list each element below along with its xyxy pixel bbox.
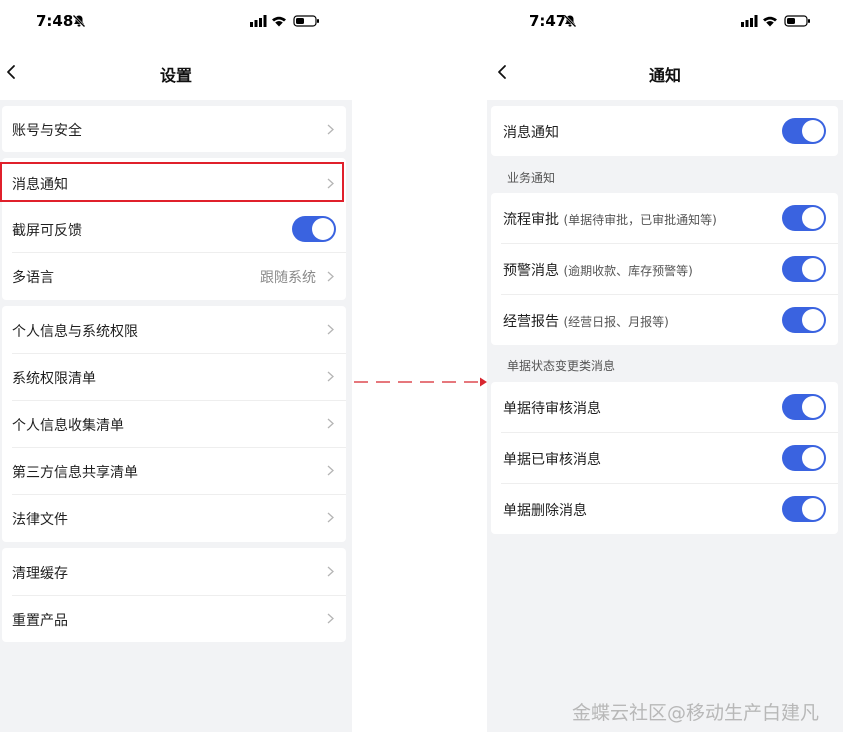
page-title: 设置	[159, 66, 192, 85]
mute-bell-icon	[563, 14, 577, 28]
master-notification-card: 消息通知	[491, 106, 838, 156]
section-header-business: 业务通知	[507, 171, 556, 185]
setting-label: 流程审批 (单据待审批，已审批通知等)	[503, 209, 717, 229]
menu-item-third-party-sharing[interactable]: 第三方信息共享清单	[2, 447, 346, 494]
setting-label: 单据待审核消息	[503, 401, 601, 417]
menu-item-label: 清理缓存	[12, 566, 68, 582]
toggle-knob	[802, 207, 824, 229]
watermark: 金蝶云社区@移动生产白建凡	[572, 702, 820, 724]
mute-bell-icon	[72, 14, 86, 28]
menu-item-label: 重置产品	[12, 613, 68, 629]
setting-row-alert-message: 预警消息 (逾期收款、库存预警等)	[491, 244, 838, 294]
menu-item-reset-product[interactable]: 重置产品	[2, 595, 346, 642]
workflow-approval-toggle[interactable]	[782, 205, 826, 231]
account-card: 账号与安全	[2, 106, 346, 152]
setting-row-business-report: 经营报告 (经营日报、月报等)	[491, 295, 838, 345]
chevron-right-icon	[327, 465, 334, 476]
setting-row-doc-deleted: 单据删除消息	[491, 484, 838, 534]
doc-pending-toggle[interactable]	[782, 394, 826, 420]
setting-title: 经营报告	[503, 314, 559, 330]
privacy-card: 个人信息与系统权限 系统权限清单 个人信息收集清单 第三方信息共享清单 法律文件	[2, 306, 346, 542]
setting-label: 单据删除消息	[503, 503, 587, 519]
doc-approved-toggle[interactable]	[782, 445, 826, 471]
toggle-knob	[802, 120, 824, 142]
menu-item-label: 第三方信息共享清单	[12, 465, 138, 481]
message-notification-toggle[interactable]	[782, 118, 826, 144]
menu-item-clear-cache[interactable]: 清理缓存	[2, 548, 346, 595]
chevron-right-icon	[327, 512, 334, 523]
section-header-doc-status: 单据状态变更类消息	[507, 359, 616, 373]
setting-label: 消息通知	[503, 125, 559, 141]
chevron-right-icon	[327, 324, 334, 335]
menu-item-legal-documents[interactable]: 法律文件	[2, 494, 346, 541]
dashed-arrow-icon	[354, 377, 487, 387]
setting-row-doc-pending: 单据待审核消息	[491, 382, 838, 432]
business-notification-card: 流程审批 (单据待审批，已审批通知等) 预警消息 (逾期收款、库存预警等) 经营…	[491, 193, 838, 345]
setting-row-workflow-approval: 流程审批 (单据待审批，已审批通知等)	[491, 193, 838, 243]
maintenance-card: 清理缓存 重置产品	[2, 548, 346, 642]
signal-wifi-battery-icon	[250, 15, 319, 27]
toggle-knob	[802, 309, 824, 331]
setting-label: 经营报告 (经营日报、月报等)	[503, 311, 669, 331]
nav-bar: 通知	[487, 44, 843, 100]
settings-screen: 7:48 设置 账号与安全 消息通知 截屏可反馈 多语言 跟随系统 个人信息与系…	[0, 0, 352, 732]
doc-deleted-toggle[interactable]	[782, 496, 826, 522]
chevron-right-icon	[327, 613, 334, 624]
highlight-frame	[0, 162, 344, 202]
status-bar: 7:48	[0, 0, 352, 44]
setting-description: (逾期收款、库存预警等)	[563, 264, 693, 278]
menu-item-label: 系统权限清单	[12, 371, 96, 387]
menu-item-account-security[interactable]: 账号与安全	[2, 106, 346, 152]
menu-item-label: 账号与安全	[12, 123, 82, 139]
menu-item-label: 多语言	[12, 270, 54, 286]
alert-message-toggle[interactable]	[782, 256, 826, 282]
menu-item-label: 个人信息与系统权限	[12, 324, 138, 340]
chevron-right-icon	[327, 124, 334, 135]
language-value: 跟随系统	[260, 270, 316, 286]
toggle-knob	[802, 258, 824, 280]
page-title: 通知	[648, 66, 681, 85]
menu-item-label: 法律文件	[12, 512, 68, 528]
setting-description: (单据待审批，已审批通知等)	[563, 213, 717, 227]
chevron-right-icon	[327, 371, 334, 382]
screenshot-feedback-toggle[interactable]	[292, 216, 336, 242]
setting-row-message-notification: 消息通知	[491, 106, 838, 156]
chevron-right-icon	[327, 566, 334, 577]
setting-row-doc-approved: 单据已审核消息	[491, 433, 838, 483]
doc-status-card: 单据待审核消息 单据已审核消息 单据删除消息	[491, 382, 838, 534]
setting-label: 预警消息 (逾期收款、库存预警等)	[503, 260, 693, 280]
menu-item-permission-list[interactable]: 系统权限清单	[2, 353, 346, 400]
toggle-knob	[312, 218, 334, 240]
menu-item-language[interactable]: 多语言 跟随系统	[2, 253, 346, 299]
business-report-toggle[interactable]	[782, 307, 826, 333]
toggle-knob	[802, 498, 824, 520]
setting-title: 流程审批	[503, 212, 559, 228]
signal-wifi-battery-icon	[741, 15, 810, 27]
chevron-right-icon	[327, 271, 334, 282]
setting-description: (经营日报、月报等)	[563, 315, 669, 329]
menu-item-label: 个人信息收集清单	[12, 418, 124, 434]
nav-bar: 设置	[0, 44, 352, 100]
setting-title: 预警消息	[503, 263, 559, 279]
status-time: 7:47	[529, 12, 567, 30]
status-time: 7:48	[36, 12, 74, 30]
status-bar: 7:47	[487, 0, 843, 44]
toggle-knob	[802, 396, 824, 418]
menu-item-info-collection-list[interactable]: 个人信息收集清单	[2, 400, 346, 447]
menu-item-label: 截屏可反馈	[12, 223, 82, 239]
menu-item-screenshot-feedback: 截屏可反馈	[2, 206, 346, 252]
toggle-knob	[802, 447, 824, 469]
setting-label: 单据已审核消息	[503, 452, 601, 468]
menu-item-personal-info-permissions[interactable]: 个人信息与系统权限	[2, 306, 346, 353]
chevron-right-icon	[327, 418, 334, 429]
notification-screen: 7:47 通知 消息通知 业务通知 流程审批 (单据待审批，已审批通知等) 预警…	[487, 0, 843, 732]
